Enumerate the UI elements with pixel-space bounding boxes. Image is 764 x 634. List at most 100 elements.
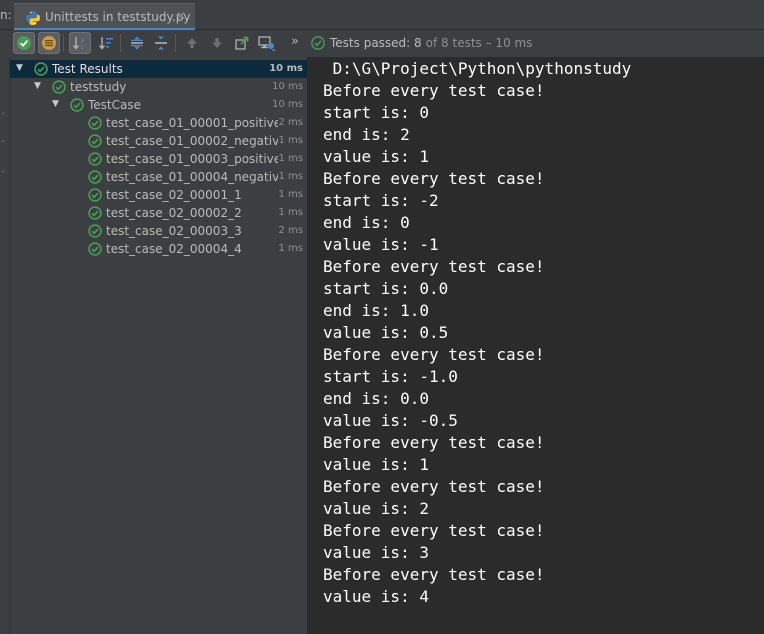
tree-node-test[interactable]: test_case_01_00003_positive_real 1 ms: [10, 150, 307, 168]
tree-node-test[interactable]: test_case_02_00003_3 2 ms: [10, 222, 307, 240]
passed-status-icon: [311, 36, 325, 50]
console-line: start is: 0: [323, 103, 429, 122]
tree-node-label: test_case_02_00002_2: [106, 206, 242, 220]
passed-icon: [88, 188, 102, 202]
show-ignored-icon: [42, 36, 56, 50]
run-tab-unittests[interactable]: Unittests in teststudy.py ✕: [14, 3, 195, 30]
tree-node-time: 10 ms: [272, 81, 303, 92]
console-line: start is: -2: [323, 191, 439, 210]
show-passed-button[interactable]: [13, 32, 35, 54]
expand-all-icon: [131, 36, 143, 50]
console-line: Before every test case!: [323, 81, 545, 100]
console-line: end is: 0.0: [323, 389, 429, 408]
console-line: Before every test case!: [323, 521, 545, 540]
console-line: end is: 0: [323, 213, 410, 232]
tree-node-time: 1 ms: [278, 189, 304, 200]
expand-arrow-icon[interactable]: ▼: [52, 99, 59, 109]
console-line: end is: 1.0: [323, 301, 429, 320]
tree-node-label: teststudy: [70, 80, 127, 94]
gutter-dots-icon: ..: [1, 165, 6, 175]
expand-arrow-icon[interactable]: ▼: [16, 63, 23, 73]
tree-node-time: 2 ms: [278, 117, 304, 128]
console-line: value is: -1: [323, 235, 439, 254]
close-tab-icon[interactable]: ✕: [176, 9, 186, 23]
console-line: D:\G\Project\Python\pythonstudy: [323, 59, 632, 78]
console-line: Before every test case!: [323, 565, 545, 584]
tree-node-teststudy[interactable]: ▼ teststudy 10 ms: [10, 78, 307, 96]
collapse-all-button[interactable]: [150, 32, 172, 54]
sort-by-duration-button[interactable]: [95, 32, 117, 54]
passed-icon: [70, 98, 84, 112]
svg-text:a: a: [81, 37, 85, 44]
expand-all-button[interactable]: [126, 32, 148, 54]
passed-icon: [88, 116, 102, 130]
tab-prefix-label: n:: [0, 8, 12, 22]
tree-node-label: test_case_01_00003_positive_real: [106, 152, 278, 166]
tree-node-test[interactable]: test_case_02_00004_4 1 ms: [10, 240, 307, 258]
console-line: Before every test case!: [323, 345, 545, 364]
passed-icon: [88, 206, 102, 220]
tree-node-test[interactable]: test_case_01_00001_positive_integer 2 ms: [10, 114, 307, 132]
previous-failed-icon: [187, 38, 197, 48]
test-results-tree: ▼ Test Results 10 ms ▼ teststudy 10 ms ▼…: [10, 57, 308, 634]
tree-node-label: test_case_01_00001_positive_integer: [106, 116, 278, 130]
passed-icon: [88, 242, 102, 256]
show-passed-icon: [17, 36, 31, 50]
expand-arrow-icon[interactable]: ▼: [34, 81, 41, 91]
console-output[interactable]: D:\G\Project\Python\pythonstudy Before e…: [308, 57, 764, 634]
tree-node-time: 1 ms: [278, 243, 304, 254]
console-line: start is: -1.0: [323, 367, 458, 386]
toolbar-separator: [175, 34, 176, 52]
sort-alphabetically-icon: a z: [72, 37, 85, 51]
tree-node-label: test_case_02_00003_3: [106, 224, 242, 238]
tree-node-test[interactable]: test_case_01_00002_negative_integer 1 ms: [10, 132, 307, 150]
tree-node-label: test_case_01_00004_negative_real: [106, 170, 278, 184]
console-line: end is: 2: [323, 125, 410, 144]
test-runner-toolbar: a z » Tests passed: 8 of 8 tests – 10 ms: [0, 30, 764, 56]
tree-node-test[interactable]: test_case_01_00004_negative_real 1 ms: [10, 168, 307, 186]
console-line: value is: 1: [323, 455, 429, 474]
tree-node-time: 1 ms: [278, 171, 304, 182]
tree-node-test-results[interactable]: ▼ Test Results 10 ms: [10, 60, 307, 78]
export-test-results-icon: [235, 36, 249, 50]
tree-node-label: test_case_02_00001_1: [106, 188, 242, 202]
more-actions-icon[interactable]: »: [291, 34, 299, 49]
tree-node-time: 10 ms: [272, 99, 303, 110]
test-status: Tests passed: 8 of 8 tests – 10 ms: [311, 34, 532, 52]
sort-alphabetically-button[interactable]: a z: [69, 32, 91, 54]
console-line: start is: 0.0: [323, 279, 449, 298]
next-failed-icon: [212, 38, 222, 48]
tree-node-time: 2 ms: [278, 225, 304, 236]
previous-failed-button[interactable]: [181, 32, 203, 54]
console-line: Before every test case!: [323, 169, 545, 188]
tree-node-time: 1 ms: [278, 153, 304, 164]
run-tab-label: Unittests in teststudy.py: [45, 10, 191, 24]
console-line: Before every test case!: [323, 433, 545, 452]
tree-node-label: test_case_01_00002_negative_integer: [106, 134, 278, 148]
tree-node-label: TestCase: [88, 98, 141, 112]
gutter-dots-icon: ..: [1, 135, 6, 145]
console-line: Before every test case!: [323, 257, 545, 276]
svg-text:z: z: [81, 44, 84, 51]
passed-icon: [52, 80, 66, 94]
passed-icon: [88, 224, 102, 238]
console-line: Before every test case!: [323, 477, 545, 496]
tree-node-test[interactable]: test_case_02_00002_2 1 ms: [10, 204, 307, 222]
passed-icon: [88, 152, 102, 166]
console-line: value is: 0.5: [323, 323, 449, 342]
tests-count-text: of 8 tests – 10 ms: [425, 36, 533, 50]
next-failed-button[interactable]: [206, 32, 228, 54]
tree-node-testcase[interactable]: ▼ TestCase 10 ms: [10, 96, 307, 114]
python-icon: [26, 11, 40, 25]
tree-node-label: Test Results: [52, 62, 123, 76]
tree-node-time: 1 ms: [278, 207, 304, 218]
tree-node-test[interactable]: test_case_02_00001_1 1 ms: [10, 186, 307, 204]
console-line: value is: 3: [323, 543, 429, 562]
import-tests-button[interactable]: [256, 32, 278, 54]
export-test-results-button[interactable]: [231, 32, 253, 54]
tool-window-tab-bar: n: Unittests in teststudy.py ✕: [0, 0, 764, 30]
console-line: value is: -0.5: [323, 411, 458, 430]
show-ignored-button[interactable]: [38, 32, 60, 54]
console-line: value is: 2: [323, 499, 429, 518]
passed-icon: [88, 134, 102, 148]
